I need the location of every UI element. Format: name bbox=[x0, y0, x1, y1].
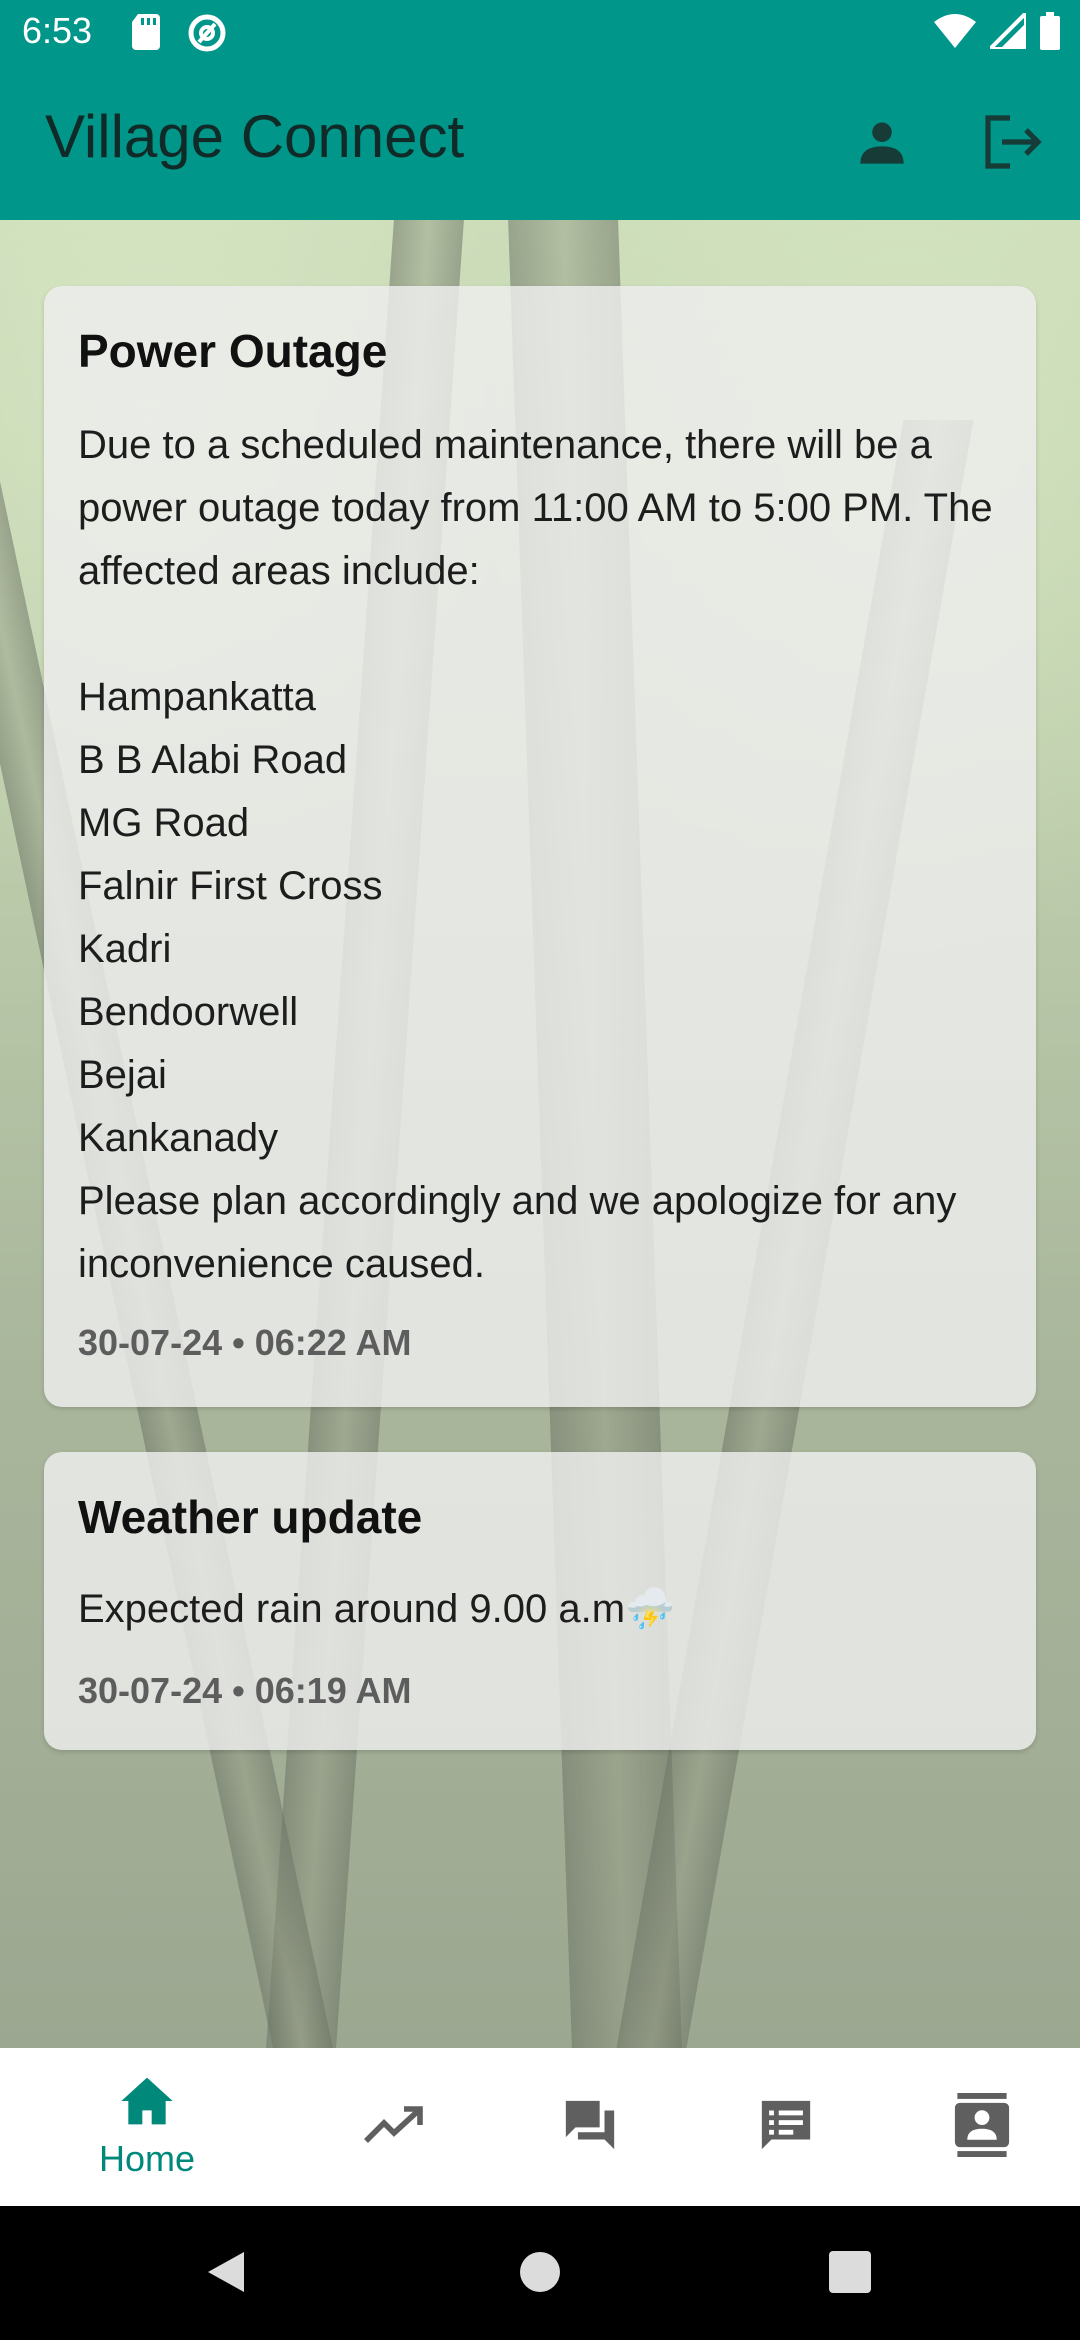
battery-icon bbox=[1040, 12, 1060, 55]
contact-card-icon bbox=[954, 2092, 1010, 2162]
post-title: Weather update bbox=[78, 1491, 423, 1543]
forum-icon bbox=[560, 2096, 620, 2159]
bottom-navigation: Home bbox=[0, 2048, 1080, 2206]
post-body-text: Expected rain around 9.00 a.m bbox=[78, 1587, 626, 1631]
status-time: 6:53 bbox=[22, 10, 93, 51]
status-bar: 6:53 bbox=[0, 0, 1080, 66]
post-timestamp: 30-07-24 • 06:19 AM bbox=[78, 1670, 412, 1711]
nav-item-contacts[interactable] bbox=[884, 2048, 1080, 2206]
signal-icon bbox=[985, 8, 1028, 54]
storm-emoji-icon: ⛈️ bbox=[625, 1587, 675, 1631]
trending-up-icon bbox=[364, 2105, 424, 2150]
nav-item-forum[interactable] bbox=[492, 2048, 688, 2206]
wifi-icon bbox=[934, 14, 976, 53]
back-button[interactable] bbox=[196, 2246, 256, 2302]
feed-icon bbox=[757, 2096, 815, 2159]
post-body: Due to a scheduled maintenance, there wi… bbox=[78, 423, 993, 1286]
app-bar: Village Connect bbox=[0, 66, 1080, 220]
app-title: Village Connect bbox=[45, 103, 465, 170]
post-card[interactable]: Power Outage Due to a scheduled maintena… bbox=[44, 286, 1036, 1407]
nav-item-feed[interactable] bbox=[688, 2048, 884, 2206]
at-sign-icon bbox=[188, 14, 226, 57]
nav-item-trends[interactable] bbox=[296, 2048, 492, 2206]
nav-label-home: Home bbox=[98, 2137, 196, 2179]
post-timestamp: 30-07-24 • 06:22 AM bbox=[78, 1322, 412, 1363]
logout-icon bbox=[982, 114, 1042, 175]
back-icon bbox=[204, 2248, 248, 2301]
post-card[interactable]: Weather update Expected rain around 9.00… bbox=[44, 1452, 1036, 1750]
logout-button[interactable] bbox=[976, 108, 1048, 180]
person-icon bbox=[856, 116, 908, 173]
home-icon bbox=[119, 2075, 175, 2132]
nav-item-home[interactable]: Home bbox=[49, 2048, 245, 2206]
post-body: Expected rain around 9.00 a.m⛈️ bbox=[78, 1578, 1006, 1641]
home-system-button[interactable] bbox=[510, 2246, 570, 2302]
system-navigation-bar bbox=[0, 2206, 1080, 2340]
post-title: Power Outage bbox=[78, 325, 388, 377]
home-circle-icon bbox=[518, 2250, 562, 2299]
recents-icon bbox=[829, 2250, 871, 2298]
recents-button[interactable] bbox=[820, 2246, 880, 2302]
profile-button[interactable] bbox=[846, 108, 918, 180]
sd-card-icon bbox=[132, 14, 160, 55]
